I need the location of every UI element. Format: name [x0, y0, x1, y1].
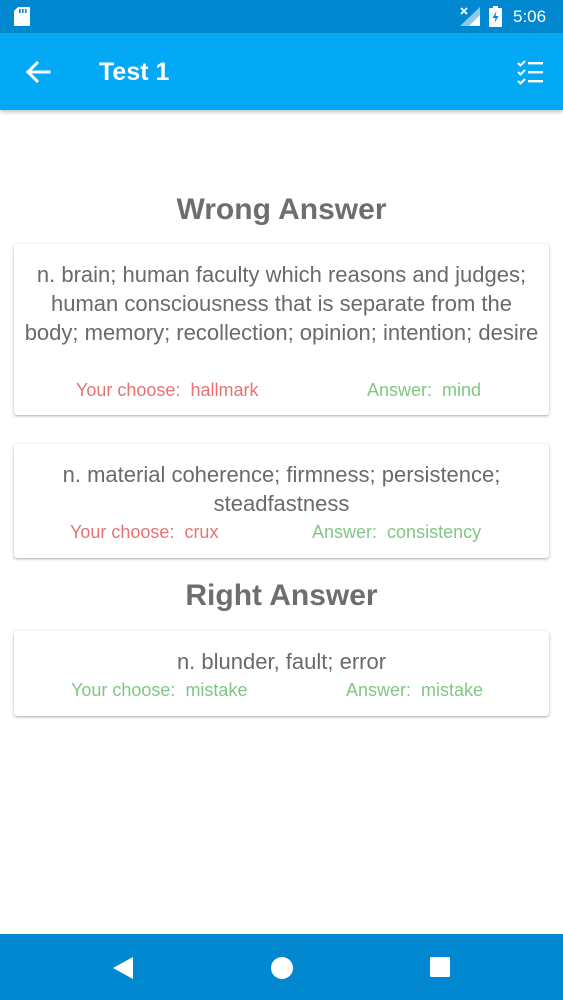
your-choose-row: Your choose: crux — [70, 521, 218, 543]
answer-label: Answer: — [346, 680, 412, 700]
page-title: Test 1 — [99, 58, 170, 86]
triangle-back-icon — [113, 957, 133, 979]
answer-value: mind — [442, 380, 482, 400]
your-choose-label: Your choose: — [70, 522, 175, 542]
card-definition: n. blunder, fault; error — [176, 649, 387, 674]
checklist-icon — [517, 60, 543, 85]
right-answer-card: n. blunder, fault; error Your choose: mi… — [14, 631, 549, 716]
checklist-button[interactable] — [511, 54, 549, 90]
answer-value: mistake — [421, 680, 484, 700]
your-choose-row: Your choose: hallmark — [76, 379, 258, 401]
battery-charging-icon — [489, 6, 502, 27]
answer-value: consistency — [387, 522, 482, 542]
chosen-value: hallmark — [190, 380, 259, 400]
answer-row: Answer: consistency — [312, 521, 481, 543]
nav-back-button[interactable] — [110, 955, 136, 981]
answer-row: Answer: mind — [367, 379, 481, 401]
answer-row: Answer: mistake — [346, 679, 483, 701]
your-choose-label: Your choose: — [76, 380, 181, 400]
card-definition: n. material coherence; firmness; persist… — [62, 462, 501, 516]
answer-label: Answer: — [367, 380, 433, 400]
your-choose-row: Your choose: mistake — [71, 679, 247, 701]
nav-recent-apps-button[interactable] — [428, 955, 452, 979]
wrong-answer-card: n. material coherence; firmness; persist… — [14, 444, 549, 558]
status-time: 5:06 — [513, 7, 547, 26]
nav-home-button[interactable] — [269, 955, 295, 981]
your-choose-label: Your choose: — [71, 680, 176, 700]
signal-no-data-icon — [460, 7, 480, 26]
circle-home-icon — [271, 957, 293, 979]
right-answer-heading: Right Answer — [185, 579, 378, 612]
arrow-back-icon — [25, 60, 51, 84]
sd-card-icon — [14, 7, 30, 26]
back-button[interactable] — [18, 53, 58, 91]
app-bar: Test 1 — [0, 33, 563, 110]
wrong-answer-heading: Wrong Answer — [176, 193, 387, 226]
chosen-value: crux — [184, 522, 219, 542]
navigation-bar — [0, 934, 563, 1000]
wrong-answer-card: n. brain; human faculty which reasons an… — [14, 244, 549, 415]
answer-label: Answer: — [312, 522, 378, 542]
status-bar: 5:06 — [0, 0, 563, 33]
card-definition: n. brain; human faculty which reasons an… — [24, 262, 539, 345]
square-recent-icon — [430, 957, 450, 977]
chosen-value: mistake — [185, 680, 248, 700]
